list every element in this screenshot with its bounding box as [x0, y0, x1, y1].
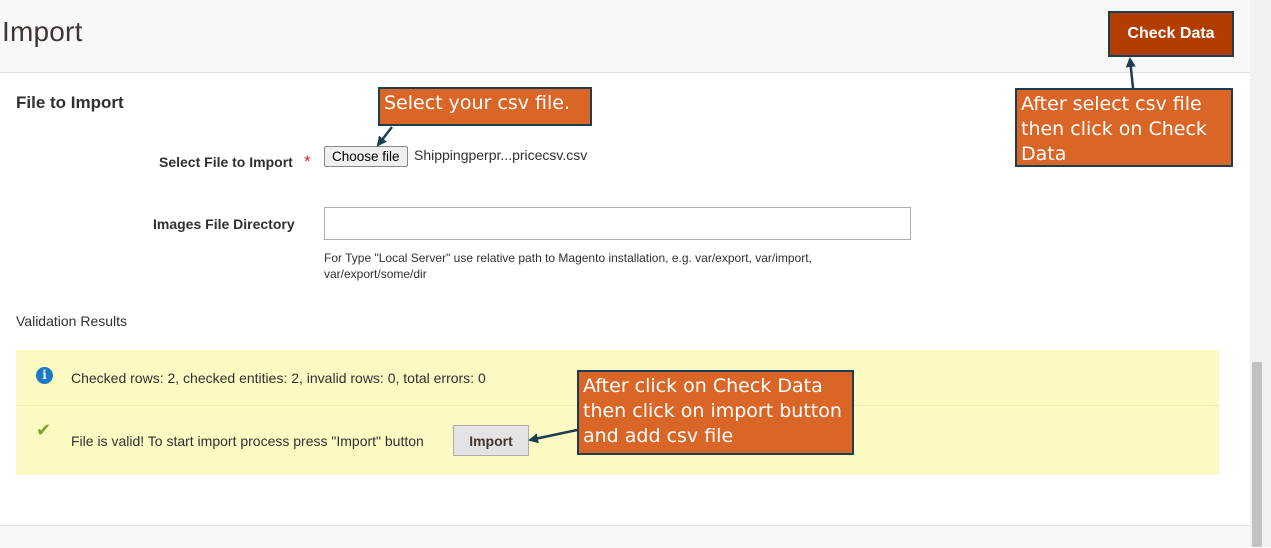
validation-title: Validation Results: [16, 313, 128, 329]
scrollbar-thumb[interactable]: [1252, 362, 1262, 547]
info-message-text: Checked rows: 2, checked entities: 2, in…: [71, 370, 486, 386]
select-file-label: Select File to Import: [159, 154, 293, 170]
images-dir-label: Images File Directory: [153, 216, 295, 232]
success-message-text: File is valid! To start import process p…: [71, 433, 424, 449]
required-mark: *: [304, 152, 311, 171]
footer-bar: [0, 525, 1250, 548]
images-dir-note: For Type "Local Server" use relative pat…: [324, 251, 812, 281]
arrow-to-choose-file: [376, 126, 393, 147]
info-icon: i: [36, 367, 53, 384]
page-header: Import: [0, 0, 1250, 73]
choose-file-button[interactable]: Choose file: [324, 146, 408, 167]
check-icon: ✔: [36, 420, 52, 440]
page-title: Import: [2, 16, 83, 47]
import-button[interactable]: Import: [453, 425, 529, 456]
callout-check-data: After select csv file then click on Chec…: [1015, 88, 1233, 167]
images-dir-input[interactable]: [324, 207, 911, 240]
section-title: File to Import: [16, 93, 124, 112]
callout-select-csv: Select your csv file.: [378, 87, 592, 126]
check-data-button[interactable]: Check Data: [1108, 11, 1234, 57]
callout-import: After click on Check Data then click on …: [577, 370, 854, 455]
selected-file-name: Shippingperpr...pricecsv.csv: [414, 147, 588, 163]
